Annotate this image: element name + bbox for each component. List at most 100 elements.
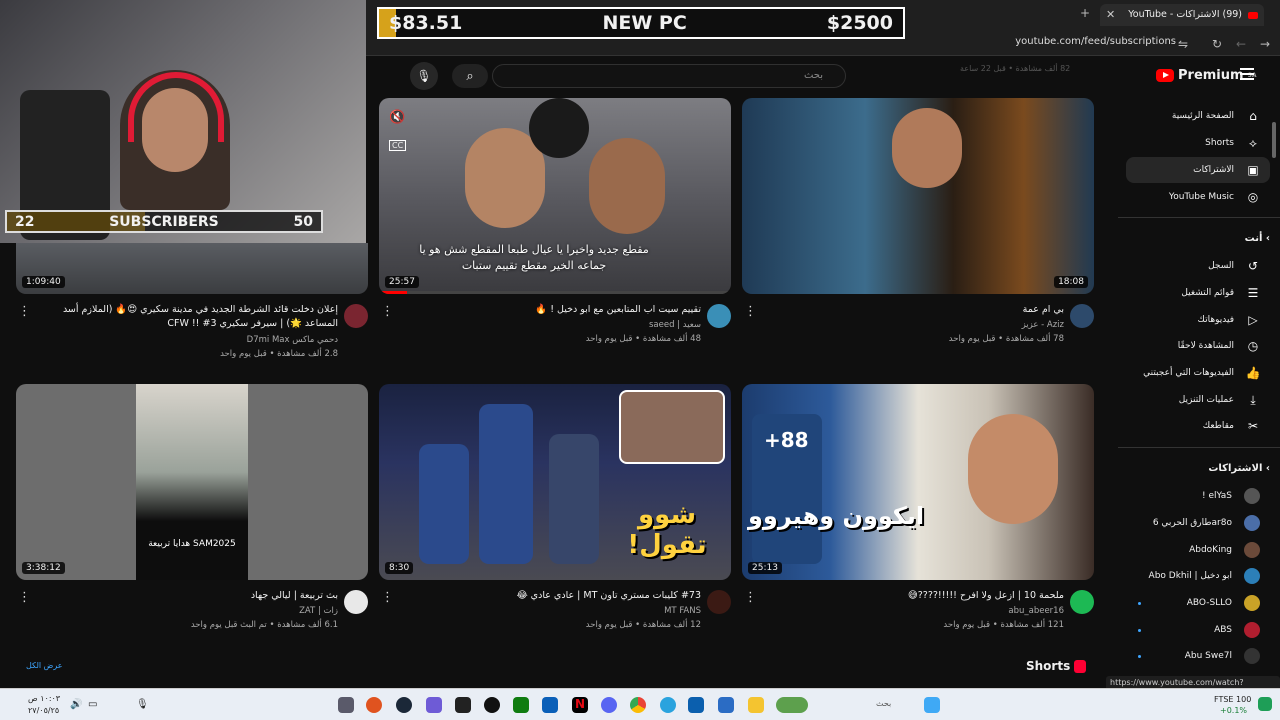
video-thumbnail[interactable]: 🔇 CC مقطع جديد واخيرا يا عيال طبعا المقط… (379, 98, 731, 294)
sidebar-item-shorts[interactable]: Shorts ⟡ (1126, 130, 1270, 156)
your-videos-icon: ▷ (1248, 313, 1258, 327)
video-title[interactable]: تقييم سيت اب المتابعين مع ابو دخيل ! 🔥 (396, 303, 701, 317)
new-tab-icon[interactable]: + (1080, 6, 1090, 20)
sidebar-subscription[interactable]: Abu Swe7l (1126, 643, 1270, 669)
more-options-icon[interactable]: ⋮ (381, 304, 394, 319)
channel-name[interactable]: زات | ZAT (34, 604, 338, 618)
sidebar-subscription[interactable]: Abo Dkhil | ابو دخيل (1126, 563, 1270, 589)
close-tab-icon[interactable]: ✕ (1106, 8, 1115, 21)
channel-name[interactable]: MT FANS (396, 604, 701, 618)
netflix-icon[interactable]: N (572, 697, 588, 713)
sidebar-you-heading[interactable]: أنت ‹ (1245, 233, 1270, 244)
clock-time[interactable]: ١٠:٠٣ ص (28, 694, 60, 703)
sidebar-item-label: قوائم التشغيل (1181, 288, 1234, 298)
channel-name[interactable]: دحمي ماكس D7mi Max (34, 333, 338, 347)
channel-avatar[interactable] (707, 590, 731, 614)
more-options-icon[interactable]: ⋮ (381, 590, 394, 605)
video-title[interactable]: بي ام عمة (760, 303, 1064, 317)
more-options-icon[interactable]: ⋮ (18, 304, 31, 319)
url-field[interactable]: youtube.com/feed/subscriptions (1015, 36, 1176, 47)
captions-icon[interactable]: CC (389, 140, 407, 151)
site-settings-icon[interactable]: ⇋ (1178, 37, 1188, 51)
video-title[interactable]: إعلان دخلت قائد الشرطة الجديد في مدينة س… (34, 303, 338, 331)
file-explorer-icon[interactable] (748, 697, 764, 713)
video-thumbnail[interactable]: 1:09:40 (16, 243, 368, 294)
telegram-icon[interactable] (660, 697, 676, 713)
channel-avatar[interactable] (344, 590, 368, 614)
sidebar-item-home[interactable]: الصفحة الرئيسية ⌂ (1126, 103, 1270, 129)
app-icon[interactable] (688, 697, 704, 713)
video-thumbnail[interactable]: +88 ايكوون وهيروو 25:13 (742, 384, 1094, 580)
app-icon[interactable] (484, 697, 500, 713)
mute-icon[interactable]: 🔇 (389, 110, 405, 125)
channel-avatar[interactable] (344, 304, 368, 328)
channel-name[interactable]: abu_abeer16 (760, 604, 1064, 618)
sidebar-divider (1118, 447, 1280, 448)
app-icon[interactable] (338, 697, 354, 713)
scrollbar-thumb[interactable] (1272, 122, 1276, 158)
sidebar-subscription[interactable]: طارق الحربي 6ar8o (1126, 510, 1270, 536)
more-options-icon[interactable]: ⋮ (744, 590, 757, 605)
search-input[interactable]: بحث (492, 64, 846, 88)
terminal-icon[interactable] (455, 697, 471, 713)
channel-avatar[interactable] (1070, 304, 1094, 328)
video-thumbnail[interactable]: هدايا تربيعة SAM2025 3:38:12 (16, 384, 368, 580)
video-title[interactable]: #73 كليبات مستري تاون MT | عادي عادي 😂 (396, 589, 701, 603)
sidebar-item-your-videos[interactable]: فيديوهاتك ▷ (1126, 307, 1270, 333)
microphone-icon: 🎙 (416, 69, 432, 83)
video-duration: 25:57 (385, 276, 419, 288)
sidebar-item-subscriptions[interactable]: الاشتراكات ▣ (1126, 157, 1270, 183)
clock-date[interactable]: ٢٧/٠٥/٢٥ (28, 706, 59, 715)
sidebar-item-playlists[interactable]: قوائم التشغيل ☰ (1126, 280, 1270, 306)
app-icon[interactable] (426, 697, 442, 713)
channel-name[interactable]: Aziz - عزيز (760, 318, 1064, 332)
sidebar-item-history[interactable]: السجل ↺ (1126, 253, 1270, 279)
forward-icon[interactable]: ← (1236, 37, 1246, 51)
video-thumbnail[interactable]: شوو تقول! 8:30 (379, 384, 731, 580)
sidebar-item-clips[interactable]: مقاطعك ✂ (1126, 413, 1270, 439)
start-icon[interactable] (924, 697, 940, 713)
video-thumbnail[interactable]: 18:08 (742, 98, 1094, 294)
show-all-link[interactable]: عرض الكل (26, 661, 63, 670)
app-icon[interactable] (366, 697, 382, 713)
channel-avatar[interactable] (1070, 590, 1094, 614)
thumbnail-figure (479, 404, 533, 564)
progress-track[interactable] (379, 291, 731, 294)
steam-icon[interactable] (396, 697, 412, 713)
sidebar-subscription[interactable]: ABO-SLLO (1126, 590, 1270, 616)
voice-search-button[interactable]: 🎙 (410, 62, 438, 90)
volume-icon[interactable]: 🔊 (70, 699, 82, 710)
back-icon[interactable]: → (1260, 37, 1270, 51)
microphone-tray-icon[interactable]: 🎙 (136, 699, 149, 710)
sidebar-item-watch-later[interactable]: المشاهدة لاحقًا ◷ (1126, 333, 1270, 359)
network-icon[interactable]: ▭ (88, 699, 97, 710)
sidebar-subscription[interactable]: AbdoKing (1126, 537, 1270, 563)
search-button[interactable]: ⌕ (452, 64, 488, 88)
discord-icon[interactable] (601, 697, 617, 713)
video-duration: 25:13 (748, 562, 782, 574)
sidebar-subscriptions-heading[interactable]: الاشتراكات ‹ (1208, 463, 1270, 474)
video-title[interactable]: ملحمة 10 | ازعل ولا افرح !!!!!????😅 (760, 589, 1064, 603)
more-options-icon[interactable]: ⋮ (18, 590, 31, 605)
sidebar-item-downloads[interactable]: عمليات التنزيل ⤓ (1126, 387, 1270, 413)
stock-ticker[interactable]: FTSE 100 (1214, 695, 1251, 704)
browser-tab[interactable]: ✕ (99) الاشتراكات - YouTube (1100, 4, 1264, 26)
menu-icon[interactable] (1240, 68, 1254, 80)
sidebar-item-liked[interactable]: الفيديوهات التي أعجبتني 👍 (1126, 360, 1270, 386)
reload-icon[interactable]: ↻ (1212, 37, 1222, 51)
sidebar-subscription[interactable]: ABS (1126, 617, 1270, 643)
sidebar-item-music[interactable]: YouTube Music ◎ (1126, 184, 1270, 210)
app-icon[interactable] (776, 697, 808, 713)
xbox-icon[interactable] (513, 697, 529, 713)
app-icon[interactable] (542, 697, 558, 713)
widget-icon[interactable] (1258, 697, 1272, 711)
thumbnail-overlay-text: ايكوون وهيروو (748, 502, 925, 530)
video-title[interactable]: بث تربيعة | ليالي جهاد (34, 589, 338, 603)
more-options-icon[interactable]: ⋮ (744, 304, 757, 319)
channel-avatar[interactable] (707, 304, 731, 328)
sidebar-subscription[interactable]: ! elYaS (1126, 483, 1270, 509)
chrome-icon[interactable] (630, 697, 646, 713)
app-icon[interactable] (718, 697, 734, 713)
channel-name[interactable]: سعيد | saeed (396, 318, 701, 332)
taskbar-search[interactable]: بحث (876, 699, 891, 708)
